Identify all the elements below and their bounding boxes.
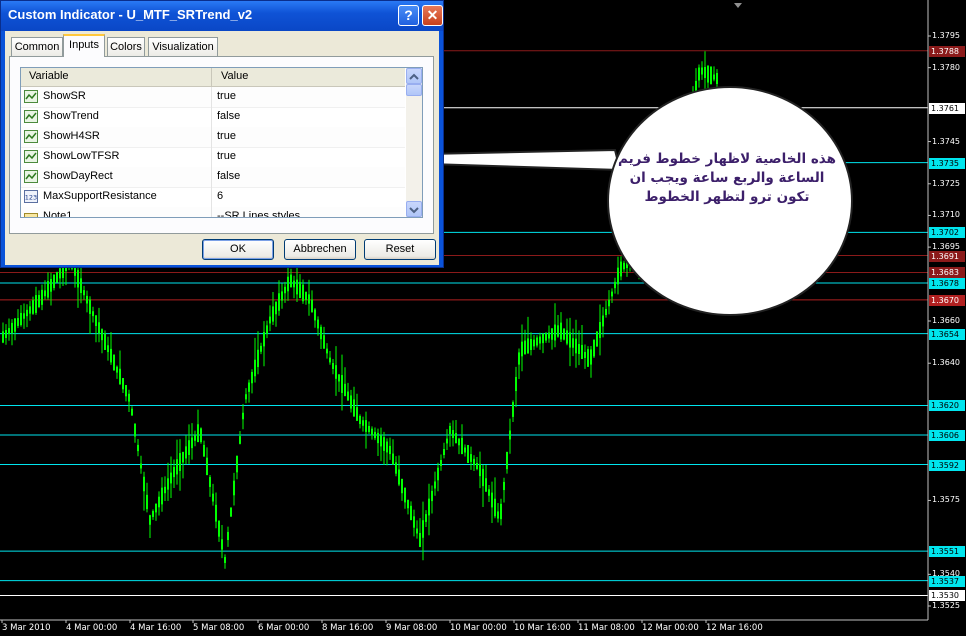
sr-level-label: 1.3654	[929, 328, 965, 340]
time-tick-label: 9 Mar 08:00	[386, 623, 438, 633]
scroll-up-icon[interactable]	[406, 68, 422, 84]
price-tick-label: 1.3575	[932, 495, 960, 505]
variable-name: Note1	[43, 210, 73, 218]
price-tick-label: 1.3525	[932, 601, 960, 610]
sr-level-label: 1.3530	[929, 590, 965, 602]
price-tick-label: 1.3660	[932, 316, 960, 325]
bool-icon	[24, 150, 38, 163]
bool-icon	[24, 170, 38, 183]
svg-text:123: 123	[25, 194, 37, 202]
time-tick-label: 11 Mar 08:00	[578, 623, 635, 633]
grid-row-showsr[interactable]: ShowSR true	[21, 87, 405, 108]
variable-value[interactable]: --SR Lines styles	[217, 210, 300, 217]
sr-level-label: 1.3537	[929, 575, 965, 587]
bool-icon	[24, 110, 38, 123]
sr-level-label: 1.3592	[929, 459, 965, 471]
grid-row-showlowtfsr[interactable]: ShowLowTFSR true	[21, 147, 405, 168]
price-tick-label: 1.3745	[932, 136, 960, 146]
string-icon	[24, 210, 38, 217]
sr-level-label: 1.3551	[929, 546, 965, 558]
inputs-panel: Variable Value ShowSR true ShowTrend false S…	[9, 56, 434, 234]
sr-level-label: 1.3702	[929, 227, 965, 239]
sr-level-label: 1.3678	[929, 278, 965, 289]
sr-level-label: 1.3788	[929, 45, 965, 57]
sr-level-label: 1.3606	[929, 430, 965, 441]
tab-colors[interactable]: Colors	[107, 37, 145, 56]
dialog-titlebar[interactable]: Custom Indicator - U_MTF_SRTrend_v2 ? ✕	[1, 1, 443, 31]
bool-icon	[24, 90, 38, 103]
time-tick-label: 10 Mar 00:00	[450, 623, 507, 633]
variable-value[interactable]: 6	[217, 190, 223, 202]
tab-common[interactable]: Common	[11, 37, 63, 56]
integer-icon: 123	[24, 190, 38, 203]
time-tick-label: 12 Mar 00:00	[642, 623, 699, 633]
scroll-down-icon[interactable]	[406, 201, 422, 217]
price-tick-label: 1.3710	[932, 210, 960, 220]
variable-name: ShowLowTFSR	[43, 150, 120, 162]
ok-button[interactable]: OK	[202, 239, 274, 260]
sr-level-label: 1.3735	[929, 157, 965, 169]
price-tick-label: 1.3725	[932, 178, 960, 188]
time-tick-label: 6 Mar 00:00	[258, 623, 310, 633]
price-tick-label: 1.3780	[932, 62, 960, 72]
value-column-header[interactable]: Value	[221, 70, 248, 82]
time-tick-label: 3 Mar 2010	[2, 623, 51, 633]
dialog-body: Common Inputs Colors Visualization Varia…	[5, 31, 439, 265]
callout-text: هذه الخاصية لاظهار خطوط فريم الساعة والر…	[618, 151, 836, 205]
time-tick-label: 10 Mar 16:00	[514, 623, 571, 633]
variable-name: ShowDayRect	[43, 170, 113, 182]
grid-row-showdayrect[interactable]: ShowDayRect false	[21, 167, 405, 188]
time-tick-label: 4 Mar 16:00	[130, 623, 182, 633]
bool-icon	[24, 130, 38, 143]
variable-value[interactable]: false	[217, 110, 240, 122]
time-tick-label: 12 Mar 16:00	[706, 623, 763, 633]
variable-value[interactable]: true	[217, 90, 236, 102]
grid-row-showh4sr[interactable]: ShowH4SR true	[21, 127, 405, 148]
time-tick-label: 8 Mar 16:00	[322, 623, 374, 633]
tab-inputs[interactable]: Inputs	[63, 34, 105, 57]
inputs-grid: Variable Value ShowSR true ShowTrend false S…	[20, 67, 423, 218]
scroll-thumb[interactable]	[406, 84, 422, 96]
variable-name: ShowTrend	[43, 110, 99, 122]
sr-level-label: 1.3683	[929, 267, 965, 279]
variable-name: MaxSupportResistance	[43, 190, 157, 202]
custom-indicator-dialog: Custom Indicator - U_MTF_SRTrend_v2 ? ✕ …	[0, 0, 444, 268]
sr-level-label: 1.3761	[929, 102, 965, 114]
price-tick-label: 1.3795	[932, 31, 960, 40]
sr-level-label: 1.3691	[929, 250, 965, 262]
grid-row-note1[interactable]: Note1 --SR Lines styles	[21, 207, 405, 218]
grid-row-maxsupportresistance[interactable]: 123 MaxSupportResistance 6	[21, 187, 405, 208]
price-tick-label: 1.3640	[932, 358, 960, 368]
help-button[interactable]: ?	[398, 5, 419, 26]
cancel-button[interactable]: Abbrechen	[284, 239, 356, 260]
variable-name: ShowSR	[43, 90, 86, 102]
variable-value[interactable]: false	[217, 170, 240, 182]
close-button[interactable]: ✕	[422, 5, 443, 26]
tab-visualization[interactable]: Visualization	[148, 37, 218, 56]
grid-header: Variable Value	[21, 68, 405, 87]
variable-column-header[interactable]: Variable	[29, 70, 69, 82]
time-tick-label: 5 Mar 08:00	[193, 623, 245, 633]
sr-level-label: 1.3670	[929, 294, 965, 306]
grid-scrollbar[interactable]	[406, 68, 422, 217]
variable-value[interactable]: true	[217, 150, 236, 162]
grid-row-showtrend[interactable]: ShowTrend false	[21, 107, 405, 128]
time-tick-label: 4 Mar 00:00	[66, 623, 118, 633]
variable-name: ShowH4SR	[43, 130, 100, 142]
variable-value[interactable]: true	[217, 130, 236, 142]
sr-level-label: 1.3620	[929, 400, 965, 412]
reset-button[interactable]: Reset	[364, 239, 436, 260]
dialog-title: Custom Indicator - U_MTF_SRTrend_v2	[8, 7, 253, 22]
